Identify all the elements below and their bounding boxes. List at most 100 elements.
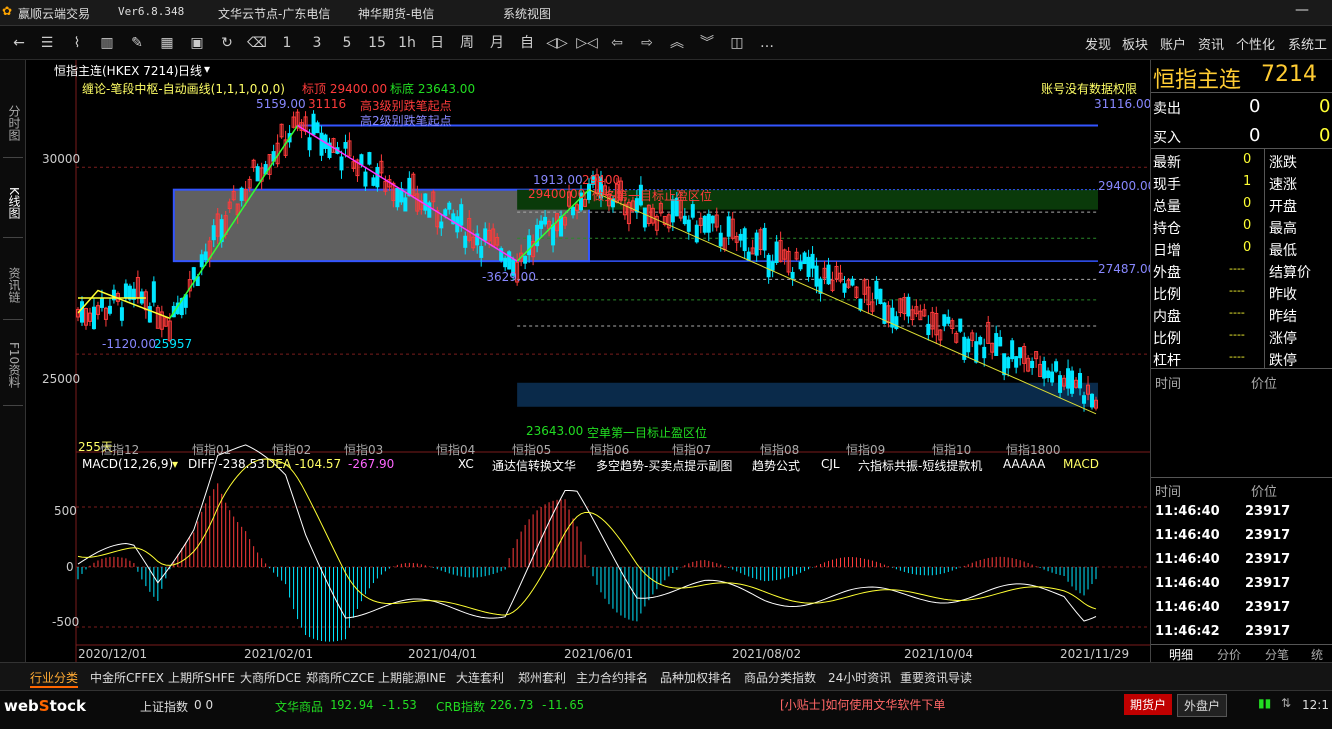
tab-news-chain[interactable]: 资讯链 — [3, 250, 23, 320]
detail-price-header: 价位 — [1251, 485, 1278, 500]
node-label-2[interactable]: 神华期货-电信 — [358, 5, 434, 22]
chart-canvas[interactable] — [26, 60, 1150, 662]
period-month[interactable]: 月 — [486, 33, 508, 53]
period-3min[interactable]: 3 — [306, 33, 328, 53]
bottom-tab-5[interactable]: 上期能源INE — [378, 669, 446, 686]
menu-sector[interactable]: 板块 — [1122, 34, 1148, 53]
tab-ticks[interactable]: 分笔 — [1265, 646, 1289, 663]
bottom-tab-10[interactable]: 商品分类指数 — [744, 669, 816, 686]
ticks-time-header: 时间 — [1155, 377, 1182, 392]
right-arrow-icon[interactable]: ⇨ — [636, 33, 658, 53]
menu-news[interactable]: 资讯 — [1198, 34, 1224, 53]
quote-label-4: 日增 — [1153, 243, 1181, 259]
quote-title: 恒指主连 — [1153, 68, 1242, 93]
macd-diff: DIFF -238.53 — [188, 457, 265, 471]
period-week[interactable]: 周 — [456, 33, 478, 53]
candle-body — [439, 221, 444, 229]
sub-indicator-macd[interactable]: MACD — [1063, 457, 1099, 471]
bottom-tab-0[interactable]: 行业分类 — [30, 669, 79, 688]
bottom-tab-9[interactable]: 品种加权排名 — [660, 669, 732, 686]
draw-tool-icon[interactable]: ✎ — [126, 33, 148, 53]
menu-system-view[interactable]: 系统视图 — [503, 5, 551, 22]
quote-label-5: 外盘 — [1153, 265, 1181, 281]
kline-chart[interactable]: 恒指主连(HKEX 7214) 日线 ▾ 缠论-笔段中枢-自动画线(1,1,1,… — [26, 60, 1150, 662]
quote-label2-5: 结算价 — [1269, 265, 1311, 281]
minimize-button[interactable]: — — [1295, 2, 1309, 18]
quote-divider-2 — [1151, 148, 1332, 149]
refresh-icon[interactable]: ↻ — [216, 33, 238, 53]
menu-personalize[interactable]: 个性化 — [1236, 34, 1275, 53]
period-custom[interactable]: 自 — [516, 33, 538, 53]
zoom-in-icon[interactable]: ◁▷ — [546, 33, 568, 53]
menu-account[interactable]: 账户 — [1160, 34, 1186, 53]
list-icon[interactable]: ☰ — [36, 33, 58, 53]
period-1h[interactable]: 1h — [396, 33, 418, 53]
indicator-name[interactable]: 缠论-笔段中枢-自动画线(1,1,1,0,0,0) — [82, 80, 285, 97]
period-selector[interactable]: 日线 — [178, 62, 202, 79]
signal-icon: ▮▮ — [1258, 696, 1272, 710]
clear-icon[interactable]: ⌫ — [246, 33, 268, 53]
period-day[interactable]: 日 — [426, 33, 448, 53]
sub-indicator-trend[interactable]: 多空趋势-买卖点提示副图 — [596, 457, 732, 474]
sub-indicator-aaaaa[interactable]: AAAAA — [1003, 457, 1045, 471]
layout-icon[interactable]: ◫ — [726, 33, 748, 53]
foreign-account-button[interactable]: 外盘户 — [1177, 694, 1228, 717]
sub-indicator-xc[interactable]: XC — [458, 457, 474, 471]
sub-indicator-cjl[interactable]: CJL — [821, 457, 840, 471]
more-icon[interactable]: … — [756, 33, 778, 53]
bottom-tab-7[interactable]: 郑州套利 — [518, 669, 566, 686]
candlestick-icon[interactable]: ▥ — [96, 33, 118, 53]
futures-account-button[interactable]: 期货户 — [1124, 694, 1173, 715]
candle-body — [483, 228, 488, 241]
left-arrow-icon[interactable]: ⇦ — [606, 33, 628, 53]
bottom-tab-1[interactable]: 中金所CFFEX — [90, 669, 164, 686]
tab-kline[interactable]: K线图 — [3, 168, 23, 238]
ask-volume: 0 — [1319, 96, 1331, 117]
quote-value-6: ---- — [1229, 284, 1245, 297]
back-arrow-icon[interactable]: ← — [8, 33, 30, 53]
tab-f10[interactable]: F10资料 — [3, 326, 23, 406]
save-icon[interactable]: ▣ — [186, 33, 208, 53]
candle-body — [199, 254, 204, 268]
tip-link[interactable]: [小贴士]如何使用文华软件下单 — [780, 696, 945, 713]
period-5min[interactable]: 5 — [336, 33, 358, 53]
instrument-label[interactable]: 恒指主连(HKEX 7214) — [54, 62, 178, 79]
annot-29400: 29400 — [582, 173, 621, 187]
macd-dropdown-icon[interactable]: ▾ — [172, 457, 178, 471]
bottom-tab-4[interactable]: 郑商所CZCE — [306, 669, 375, 686]
candle-body — [107, 305, 112, 314]
bottom-tab-3[interactable]: 大商所DCE — [240, 669, 301, 686]
sub-indicator-formula[interactable]: 趋势公式 — [752, 457, 800, 474]
zoom-out-icon[interactable]: ▷◁ — [576, 33, 598, 53]
bottom-tab-8[interactable]: 主力合约排名 — [576, 669, 648, 686]
macd-ytick-neg500: -500 — [52, 615, 80, 629]
tab-stats[interactable]: 统 — [1311, 646, 1323, 663]
candle-body — [503, 257, 508, 268]
quote-value-8: ---- — [1229, 328, 1245, 341]
bottom-tab-2[interactable]: 上期所SHFE — [168, 669, 235, 686]
tab-timeshare[interactable]: 分时图 — [3, 88, 23, 158]
up-icon[interactable]: ︽ — [666, 33, 688, 53]
menu-system[interactable]: 系统工 — [1288, 34, 1327, 53]
sub-indicator-six[interactable]: 六指标共振-短线提款机 — [858, 457, 982, 474]
menu-discover[interactable]: 发现 — [1085, 34, 1111, 53]
bottom-tab-11[interactable]: 24小时资讯 — [828, 669, 891, 686]
period-15min[interactable]: 15 — [366, 33, 388, 53]
period-dropdown-icon[interactable]: ▾ — [204, 62, 210, 76]
macd-label[interactable]: MACD(12,26,9) — [82, 457, 173, 471]
node-label-1[interactable]: 文华云节点-广东电信 — [218, 5, 330, 22]
down-icon[interactable]: ︾ — [696, 33, 718, 53]
candle-body — [858, 298, 863, 311]
bottom-tab-6[interactable]: 大连套利 — [456, 669, 504, 686]
table-icon[interactable]: ▦ — [156, 33, 178, 53]
candle-body — [690, 204, 695, 218]
period-1min[interactable]: 1 — [276, 33, 298, 53]
line-chart-icon[interactable]: ⌇ — [66, 33, 88, 53]
tab-price-dist[interactable]: 分价 — [1217, 646, 1241, 663]
quote-label2-8: 涨停 — [1269, 331, 1297, 347]
tab-detail[interactable]: 明细 — [1169, 646, 1193, 663]
candle-body — [710, 215, 715, 224]
bottom-tab-12[interactable]: 重要资讯导读 — [900, 669, 972, 686]
candle-body — [774, 241, 779, 263]
sub-indicator-tdx[interactable]: 通达信转换文华 — [492, 457, 576, 474]
